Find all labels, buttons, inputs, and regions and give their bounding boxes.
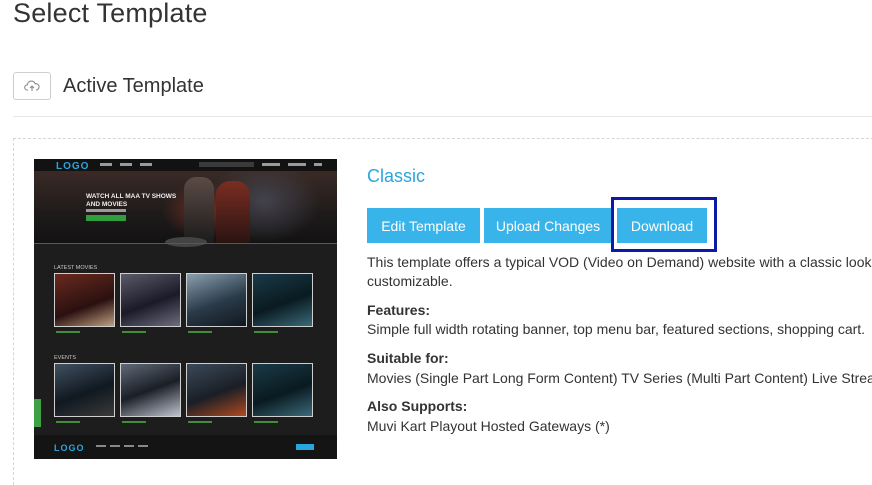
preview-caption <box>254 421 278 423</box>
preview-banner-text: WATCH ALL MAA TV SHOWS AND MOVIES <box>86 193 177 208</box>
preview-footer-badge <box>296 444 314 450</box>
preview-footer-links <box>96 445 152 447</box>
preview-side-tab <box>34 399 41 427</box>
preview-caption <box>122 331 146 333</box>
template-preview-image: LOGO WATCH ALL MAA TV SHOWS AND MOVIES L… <box>34 159 337 459</box>
preview-caption <box>188 421 212 423</box>
template-name[interactable]: Classic <box>367 166 425 187</box>
template-description: This template offers a typical VOD (Vide… <box>367 253 872 291</box>
preview-poster <box>186 273 247 327</box>
section-title: Active Template <box>63 74 204 97</box>
preview-row-label: LATEST MOVIES <box>54 265 98 271</box>
features-value: Simple full width rotating banner, top m… <box>367 321 866 337</box>
preview-poster <box>186 363 247 417</box>
preview-poster <box>120 363 181 417</box>
preview-poster <box>54 363 115 417</box>
divider <box>13 116 872 117</box>
download-button[interactable]: Download <box>617 208 707 243</box>
page-title: Select Template <box>13 0 208 28</box>
preview-poster <box>252 363 313 417</box>
preview-row-label: EVENTS <box>54 355 77 361</box>
preview-caption <box>122 421 146 423</box>
edit-template-button[interactable]: Edit Template <box>367 208 480 243</box>
preview-footer-logo: LOGO <box>54 443 85 453</box>
preview-hero-figure <box>184 177 214 243</box>
preview-divider <box>34 243 337 244</box>
upload-changes-button[interactable]: Upload Changes <box>484 208 612 243</box>
features-label: Features: <box>367 302 431 318</box>
preview-caption <box>56 331 80 333</box>
preview-emblem <box>165 237 207 247</box>
preview-login-links <box>262 163 322 166</box>
preview-poster <box>120 273 181 327</box>
preview-caption <box>254 331 278 333</box>
description-line: This template offers a typical VOD (Vide… <box>367 254 872 270</box>
preview-nav <box>100 163 160 166</box>
also-supports-value: Muvi Kart Playout Hosted Gateways (*) <box>367 418 610 434</box>
cloud-upload-icon <box>24 80 40 91</box>
suitable-for-label: Suitable for: <box>367 350 449 366</box>
description-line: customizable. <box>367 273 453 289</box>
active-template-header: Active Template <box>13 71 204 101</box>
preview-banner-subtext <box>86 209 126 212</box>
also-supports-label: Also Supports: <box>367 398 468 414</box>
preview-banner-button <box>86 215 126 221</box>
preview-caption <box>56 421 80 423</box>
preview-search <box>199 162 254 167</box>
preview-caption <box>188 331 212 333</box>
preview-poster <box>54 273 115 327</box>
preview-poster <box>252 273 313 327</box>
suitable-for-value: Movies (Single Part Long Form Content) T… <box>367 370 872 386</box>
upload-template-button[interactable] <box>13 72 51 100</box>
preview-hero-figure <box>216 181 250 243</box>
